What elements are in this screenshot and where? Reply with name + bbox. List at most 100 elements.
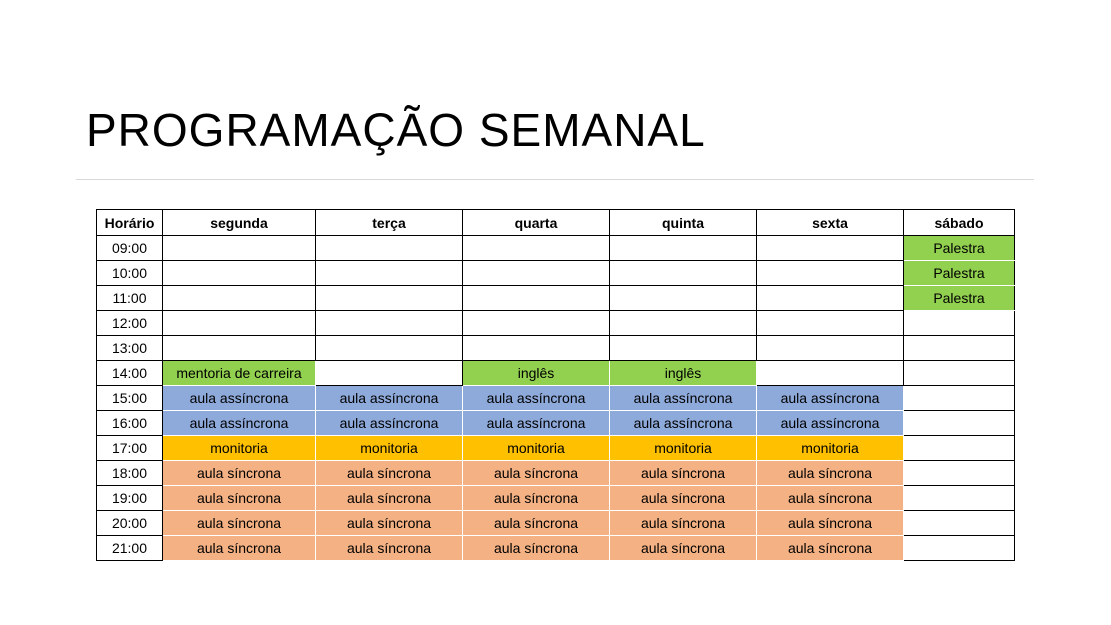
column-header-sabado: sábado xyxy=(903,209,1015,236)
schedule-cell-quarta: aula assíncrona xyxy=(462,385,610,411)
schedule-cell-quarta xyxy=(462,335,610,361)
schedule-cell-segunda xyxy=(162,310,316,336)
schedule-cell-quinta xyxy=(609,335,757,361)
schedule-cell-quarta xyxy=(462,260,610,286)
schedule-cell-segunda: aula síncrona xyxy=(162,460,316,486)
schedule-cell-segunda: aula síncrona xyxy=(162,485,316,511)
schedule-cell-terca xyxy=(315,235,463,261)
page-title: PROGRAMAÇÃO SEMANAL xyxy=(86,104,706,156)
schedule-cell-segunda xyxy=(162,335,316,361)
schedule-cell-quinta xyxy=(609,260,757,286)
time-slot-label: 13:00 xyxy=(96,335,163,361)
schedule-cell-sexta: aula síncrona xyxy=(756,485,904,511)
table-header-row: Horário segunda terça quarta quinta sext… xyxy=(96,209,1015,236)
schedule-cell-sexta xyxy=(756,285,904,311)
schedule-cell-sexta: aula síncrona xyxy=(756,510,904,536)
table-row: 13:00 xyxy=(96,335,1015,361)
table-row: 14:00 mentoria de carreira inglês inglês xyxy=(96,360,1015,386)
time-slot-label: 21:00 xyxy=(96,535,163,561)
schedule-cell-segunda: aula assíncrona xyxy=(162,410,316,436)
schedule-cell-terca xyxy=(315,260,463,286)
table-row: 12:00 xyxy=(96,310,1015,336)
schedule-cell-sabado xyxy=(903,510,1015,536)
schedule-cell-quinta: aula síncrona xyxy=(609,535,757,561)
schedule-cell-sexta xyxy=(756,235,904,261)
table-row: 19:00 aula síncrona aula síncrona aula sínc… xyxy=(96,485,1015,511)
schedule-cell-quarta xyxy=(462,310,610,336)
schedule-cell-sabado: Palestra xyxy=(903,235,1015,261)
schedule-cell-quarta: inglês xyxy=(462,360,610,386)
table-row: 20:00 aula síncrona aula síncrona aula sínc… xyxy=(96,510,1015,536)
time-slot-label: 10:00 xyxy=(96,260,163,286)
time-slot-label: 09:00 xyxy=(96,235,163,261)
time-slot-label: 12:00 xyxy=(96,310,163,336)
schedule-cell-quinta: aula síncrona xyxy=(609,510,757,536)
schedule-body: 09:00 Palestra 10:00 Palestra 11:00 Palestra 1… xyxy=(96,235,1015,561)
schedule-cell-segunda xyxy=(162,285,316,311)
schedule-cell-sabado: Palestra xyxy=(903,285,1015,311)
schedule-cell-sabado xyxy=(903,310,1015,336)
time-slot-label: 14:00 xyxy=(96,360,163,386)
column-header-terca: terça xyxy=(315,209,463,236)
schedule-cell-quinta: monitoria xyxy=(609,435,757,461)
schedule-cell-quarta: aula síncrona xyxy=(462,510,610,536)
schedule-cell-terca: aula síncrona xyxy=(315,460,463,486)
schedule-cell-terca xyxy=(315,285,463,311)
schedule-cell-sabado: Palestra xyxy=(903,260,1015,286)
time-slot-label: 20:00 xyxy=(96,510,163,536)
schedule-cell-sexta: aula síncrona xyxy=(756,535,904,561)
schedule-cell-sabado xyxy=(903,335,1015,361)
schedule-cell-sabado xyxy=(903,385,1015,411)
time-slot-label: 19:00 xyxy=(96,485,163,511)
schedule-cell-quinta: aula assíncrona xyxy=(609,410,757,436)
time-slot-label: 16:00 xyxy=(96,410,163,436)
schedule-cell-sexta: monitoria xyxy=(756,435,904,461)
schedule-cell-terca: aula síncrona xyxy=(315,510,463,536)
schedule-cell-terca: aula assíncrona xyxy=(315,385,463,411)
column-header-sexta: sexta xyxy=(756,209,904,236)
schedule-cell-sabado xyxy=(903,485,1015,511)
table-row: 15:00 aula assíncrona aula assíncrona aula … xyxy=(96,385,1015,411)
schedule-cell-sabado xyxy=(903,435,1015,461)
schedule-cell-sabado xyxy=(903,360,1015,386)
schedule-cell-terca xyxy=(315,335,463,361)
table-row: 16:00 aula assíncrona aula assíncrona aula … xyxy=(96,410,1015,436)
schedule-cell-quarta: aula assíncrona xyxy=(462,410,610,436)
schedule-cell-sabado xyxy=(903,410,1015,436)
table-row: 17:00 monitoria monitoria monitoria monitori… xyxy=(96,435,1015,461)
schedule-cell-sexta xyxy=(756,360,904,386)
schedule-cell-quarta: aula síncrona xyxy=(462,460,610,486)
schedule-cell-terca: monitoria xyxy=(315,435,463,461)
schedule-cell-sexta: aula assíncrona xyxy=(756,385,904,411)
schedule-cell-segunda: mentoria de carreira xyxy=(162,360,316,386)
schedule-cell-quinta: aula síncrona xyxy=(609,460,757,486)
schedule-cell-quinta: inglês xyxy=(609,360,757,386)
column-header-quarta: quarta xyxy=(462,209,610,236)
time-slot-label: 17:00 xyxy=(96,435,163,461)
schedule-cell-segunda xyxy=(162,235,316,261)
schedule-cell-sabado xyxy=(903,535,1015,561)
schedule-cell-segunda: aula síncrona xyxy=(162,510,316,536)
schedule-cell-terca: aula assíncrona xyxy=(315,410,463,436)
time-slot-label: 11:00 xyxy=(96,285,163,311)
schedule-cell-quinta: aula assíncrona xyxy=(609,385,757,411)
title-divider xyxy=(76,179,1034,180)
schedule-cell-segunda: aula assíncrona xyxy=(162,385,316,411)
schedule-cell-quarta: aula síncrona xyxy=(462,485,610,511)
schedule-cell-sexta xyxy=(756,310,904,336)
column-header-segunda: segunda xyxy=(162,209,316,236)
time-slot-label: 15:00 xyxy=(96,385,163,411)
time-slot-label: 18:00 xyxy=(96,460,163,486)
schedule-cell-sexta: aula síncrona xyxy=(756,460,904,486)
table-row: 09:00 Palestra xyxy=(96,235,1015,261)
schedule-cell-sexta xyxy=(756,335,904,361)
schedule-cell-terca: aula síncrona xyxy=(315,535,463,561)
schedule-cell-quarta xyxy=(462,235,610,261)
schedule-cell-quarta: aula síncrona xyxy=(462,535,610,561)
column-header-quinta: quinta xyxy=(609,209,757,236)
schedule-cell-quarta xyxy=(462,285,610,311)
schedule-cell-terca: aula síncrona xyxy=(315,485,463,511)
table-row: 18:00 aula síncrona aula síncrona aula sínc… xyxy=(96,460,1015,486)
schedule-cell-quarta: monitoria xyxy=(462,435,610,461)
schedule-cell-sexta: aula assíncrona xyxy=(756,410,904,436)
